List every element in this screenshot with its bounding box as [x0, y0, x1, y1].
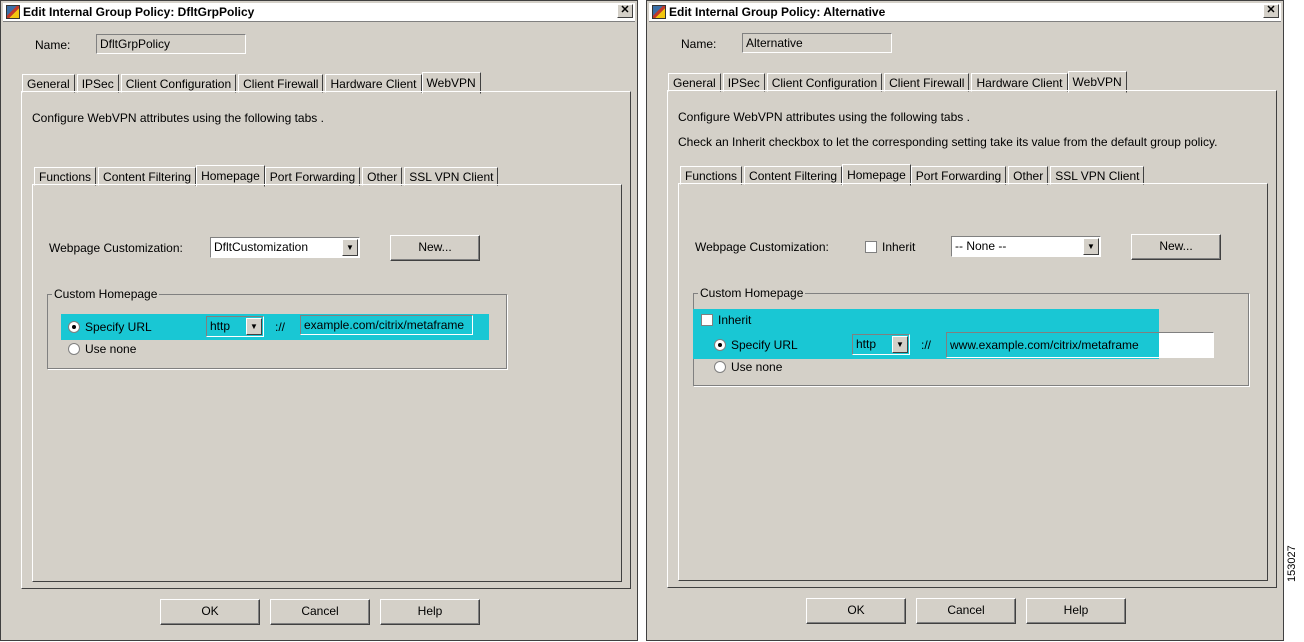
app-icon [652, 5, 666, 19]
right-dialog: Edit Internal Group Policy: Alternative … [646, 0, 1284, 641]
ok-button[interactable]: OK [806, 598, 906, 624]
left-homepage-panel: Webpage Customization: DfltCustomization… [32, 184, 622, 582]
figure-code-text: 153027 [1286, 545, 1298, 582]
use-none-label: Use none [731, 360, 783, 374]
specify-url-label: Specify URL [731, 338, 798, 352]
name-label: Name: [681, 37, 717, 51]
chevron-down-icon[interactable]: ▼ [342, 239, 358, 256]
left-sub-tabs: Functions Content Filtering Homepage Por… [34, 164, 500, 187]
close-icon[interactable]: ✕ [617, 4, 633, 18]
custom-homepage-group: Custom Homepage Specify URL http ▼ :// e… [47, 287, 507, 369]
custom-homepage-title: Custom Homepage [698, 286, 806, 300]
left-dialog: Edit Internal Group Policy: DfltGrpPolic… [0, 0, 638, 641]
left-title-bar: Edit Internal Group Policy: DfltGrpPolic… [3, 3, 635, 22]
left-webvpn-panel: Configure WebVPN attributes using the fo… [21, 91, 631, 589]
right-sub-tabs: Functions Content Filtering Homepage Por… [680, 163, 1146, 186]
right-homepage-panel: Webpage Customization: Inherit -- None -… [678, 183, 1268, 581]
inherit-instruction-text: Check an Inherit checkbox to let the cor… [678, 135, 1218, 149]
webpage-customization-label: Webpage Customization: [49, 241, 183, 255]
right-title-bar: Edit Internal Group Policy: Alternative … [649, 3, 1281, 22]
right-main-tabs: General IPSec Client Configuration Clien… [668, 70, 1127, 93]
instruction-text: Configure WebVPN attributes using the fo… [678, 110, 970, 124]
webpage-customization-label: Webpage Customization: [695, 240, 829, 254]
left-main-tabs: General IPSec Client Configuration Clien… [22, 71, 481, 94]
left-dialog-title: Edit Internal Group Policy: DfltGrpPolic… [23, 5, 255, 19]
webpage-customization-value: DfltCustomization [214, 240, 309, 254]
homepage-inherit-checkbox[interactable] [701, 314, 713, 326]
webpage-customization-value: -- None -- [955, 239, 1007, 253]
close-icon[interactable]: ✕ [1263, 4, 1279, 18]
customization-inherit-label: Inherit [882, 240, 916, 254]
custom-homepage-group: Custom Homepage Inherit Specify URL http… [693, 286, 1249, 386]
name-field[interactable]: Alternative [742, 33, 892, 53]
app-icon [6, 5, 20, 19]
cancel-button[interactable]: Cancel [916, 598, 1016, 624]
customization-inherit-checkbox[interactable] [865, 241, 877, 253]
ok-button[interactable]: OK [160, 599, 260, 625]
specify-url-radio[interactable] [68, 321, 80, 333]
chevron-down-icon[interactable]: ▼ [1083, 238, 1099, 255]
specify-url-radio[interactable] [714, 339, 726, 351]
protocol-separator: :// [275, 320, 286, 334]
cancel-button[interactable]: Cancel [270, 599, 370, 625]
new-customization-button[interactable]: New... [390, 235, 480, 261]
protocol-value: http [210, 319, 231, 333]
help-button[interactable]: Help [380, 599, 480, 625]
help-button[interactable]: Help [1026, 598, 1126, 624]
chevron-down-icon[interactable]: ▼ [892, 336, 908, 353]
name-field[interactable]: DfltGrpPolicy [96, 34, 246, 54]
protocol-select[interactable]: http ▼ [206, 316, 264, 337]
webpage-customization-select[interactable]: DfltCustomization ▼ [210, 237, 360, 258]
protocol-select[interactable]: http ▼ [852, 334, 910, 355]
homepage-inherit-label: Inherit [718, 313, 752, 327]
instruction-text: Configure WebVPN attributes using the fo… [32, 111, 324, 125]
url-input[interactable]: www.example.com/citrix/metaframe [946, 332, 1214, 358]
protocol-separator: :// [921, 338, 932, 352]
figure-code: 153027 [1284, 0, 1304, 642]
new-customization-button[interactable]: New... [1131, 234, 1221, 260]
protocol-value: http [856, 337, 877, 351]
use-none-label: Use none [85, 342, 137, 356]
right-dialog-title: Edit Internal Group Policy: Alternative [669, 5, 886, 19]
custom-homepage-title: Custom Homepage [52, 287, 160, 301]
chevron-down-icon[interactable]: ▼ [246, 318, 262, 335]
name-label: Name: [35, 38, 71, 52]
right-webvpn-panel: Configure WebVPN attributes using the fo… [667, 90, 1277, 588]
use-none-radio[interactable] [714, 361, 726, 373]
webpage-customization-select[interactable]: -- None -- ▼ [951, 236, 1101, 257]
url-input[interactable]: example.com/citrix/metaframe [300, 315, 473, 335]
specify-url-label: Specify URL [85, 320, 152, 334]
use-none-radio[interactable] [68, 343, 80, 355]
